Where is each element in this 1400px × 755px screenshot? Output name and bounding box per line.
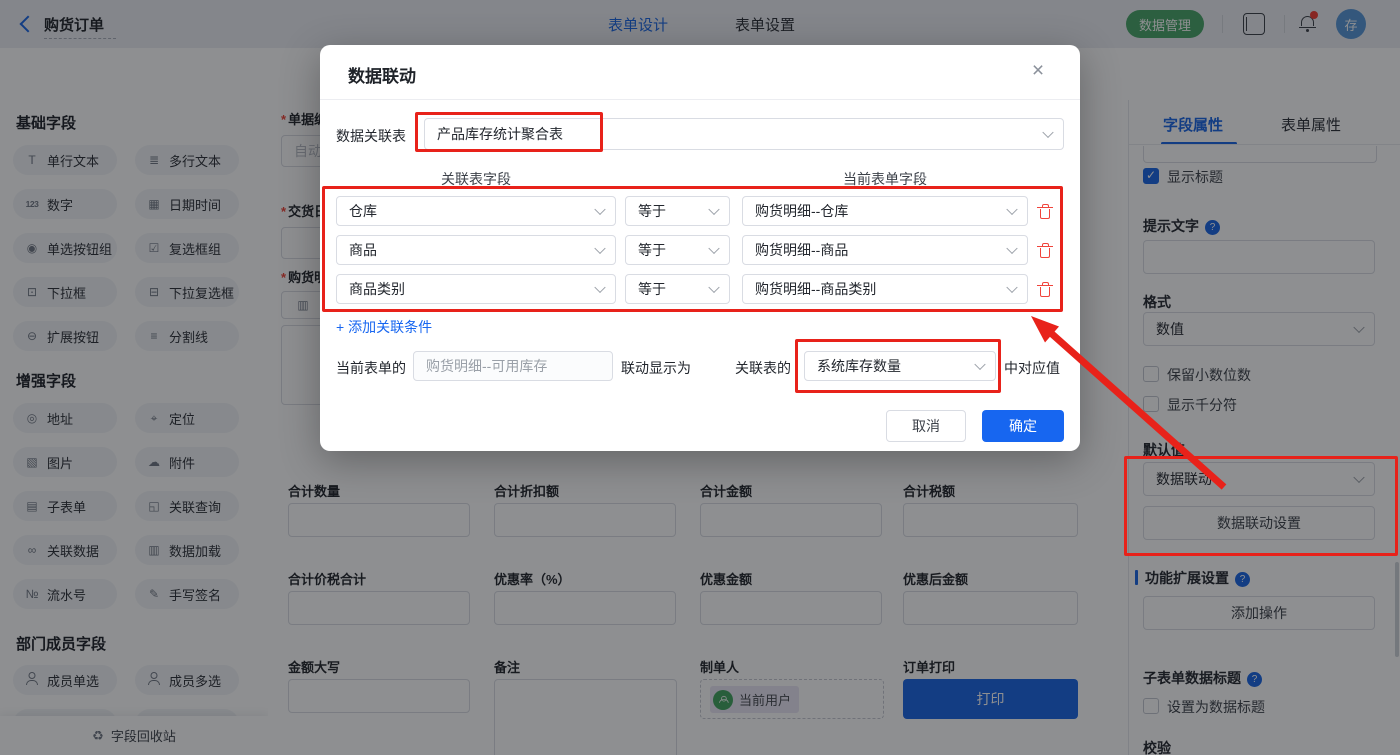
delete-condition-icon[interactable] — [1037, 204, 1053, 219]
suffix-label: 中对应值 — [1004, 360, 1060, 376]
cancel-button[interactable]: 取消 — [886, 410, 966, 442]
condition-field-select[interactable]: 商品类别 — [336, 274, 616, 304]
add-condition-link[interactable]: + 添加关联条件 — [336, 317, 432, 337]
condition-op-select[interactable]: 等于 — [625, 274, 730, 304]
condition-op-select[interactable]: 等于 — [625, 235, 730, 265]
current-field-input: 购货明细--可用库存 — [413, 351, 613, 381]
close-icon[interactable]: × — [1026, 59, 1050, 83]
app-screen: 购货订单 表单设计 表单设置 数据管理 存 ⊘ 表单外链 ▣ 后端脚本 ▥ 数据… — [0, 0, 1400, 755]
modal-divider — [320, 99, 1080, 100]
data-linkage-modal: 数据联动 × 数据关联表 产品库存统计聚合表 关联表字段 当前表单字段 仓库 等… — [320, 45, 1080, 451]
modal-title: 数据联动 — [348, 67, 416, 86]
condition-field-select[interactable]: 仓库 — [336, 196, 616, 226]
condition-current-select[interactable]: 购货明细--仓库 — [742, 196, 1028, 226]
condition-field-select[interactable]: 商品 — [336, 235, 616, 265]
col-header-linked-field: 关联表字段 — [441, 171, 511, 187]
confirm-button[interactable]: 确定 — [982, 410, 1064, 442]
delete-condition-icon[interactable] — [1037, 282, 1053, 297]
col-header-current-field: 当前表单字段 — [843, 171, 927, 187]
condition-current-select[interactable]: 购货明细--商品 — [742, 235, 1028, 265]
linked-table-label: 数据关联表 — [336, 128, 406, 144]
condition-op-select[interactable]: 等于 — [625, 196, 730, 226]
related-table-label: 关联表的 — [735, 360, 791, 376]
linked-table-select[interactable]: 产品库存统计聚合表 — [424, 118, 1064, 150]
delete-condition-icon[interactable] — [1037, 243, 1053, 258]
show-as-label: 联动显示为 — [621, 360, 691, 376]
condition-current-select[interactable]: 购货明细--商品类别 — [742, 274, 1028, 304]
current-form-label: 当前表单的 — [336, 360, 406, 376]
related-field-select[interactable]: 系统库存数量 — [804, 351, 996, 381]
